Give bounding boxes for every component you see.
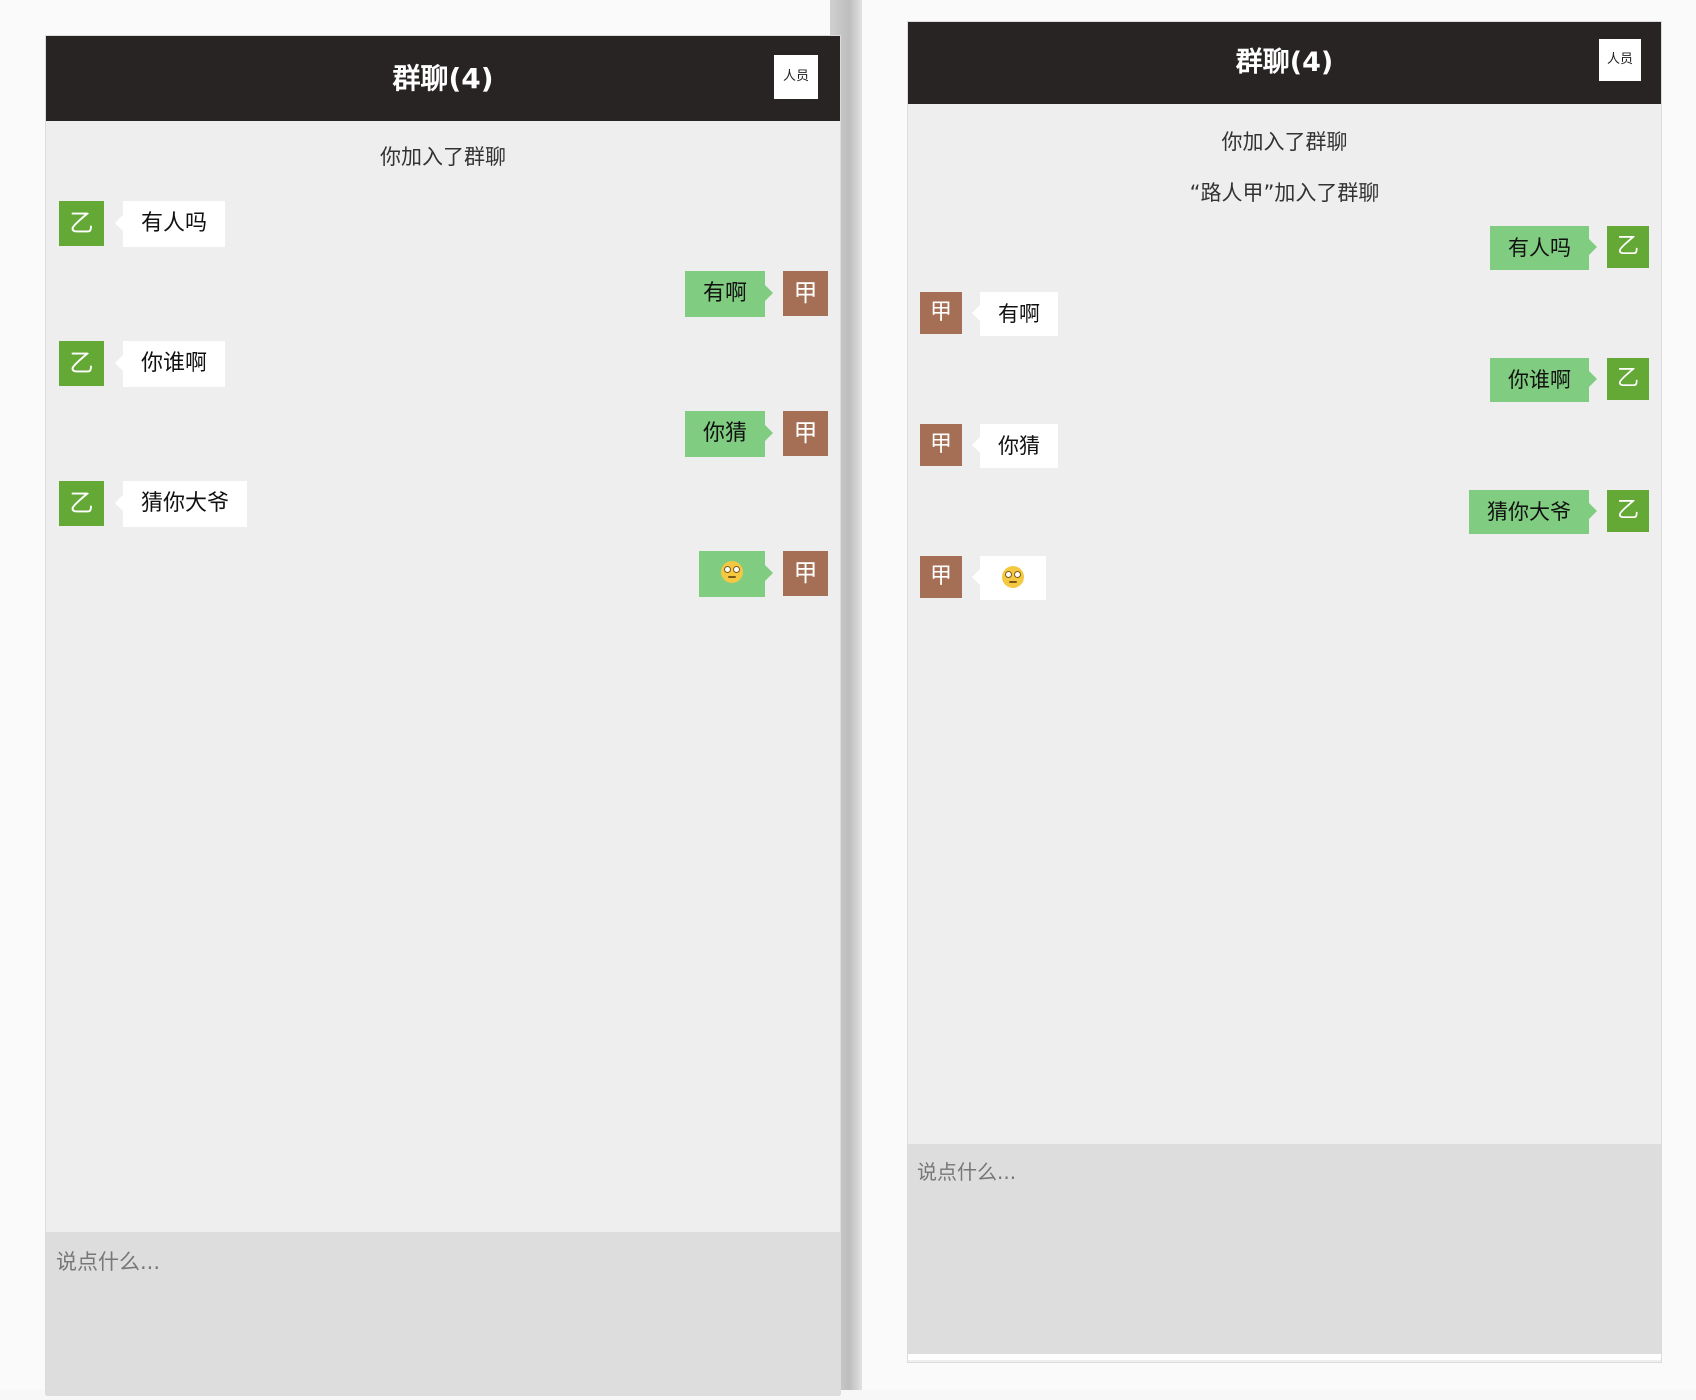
avatar[interactable]: 乙 [1607,226,1649,268]
chat-title: 群聊(4) [392,62,494,95]
avatar[interactable]: 甲 [783,411,828,456]
avatar[interactable]: 乙 [59,481,104,526]
message-bubble: 你谁啊 [1490,358,1597,402]
message-row: 乙 猜你大爷 [46,481,840,527]
system-message: 你加入了群聊 [380,145,506,169]
message-bubble: 猜你大爷 [114,481,248,527]
avatar[interactable]: 甲 [783,271,828,316]
desktop: 群聊(4) 人员 你加入了群聊 乙 有人吗 有啊 甲 乙 你谁啊 你猜 甲 乙 … [0,0,1696,1396]
message-row: 乙 有人吗 [46,201,840,247]
message-bubble: 你猜 [684,411,774,457]
message-input[interactable] [46,1232,840,1396]
message-bubble: 你猜 [972,424,1058,468]
system-message: 你加入了群聊 [1221,130,1348,154]
message-bubble [699,551,773,597]
message-bubble: 有人吗 [114,201,226,247]
avatar[interactable]: 乙 [59,201,104,246]
message-bubble: 你谁啊 [114,341,226,387]
chat-window-left: 群聊(4) 人员 你加入了群聊 乙 有人吗 有啊 甲 乙 你谁啊 你猜 甲 乙 … [45,35,841,1396]
message-bubble: 有啊 [684,271,774,317]
members-button[interactable]: 人员 [774,55,818,99]
system-message: “路人甲”加入了群聊 [1189,181,1380,205]
avatar[interactable]: 甲 [783,551,828,596]
message-row: 有人吗 乙 [908,226,1661,272]
members-button[interactable]: 人员 [1599,39,1641,81]
message-row: 猜你大爷 乙 [908,490,1661,536]
message-input-area [46,1232,840,1396]
message-row: 甲 [46,551,840,597]
avatar[interactable]: 甲 [920,556,962,598]
avatar[interactable]: 乙 [59,341,104,386]
message-input[interactable] [908,1144,1661,1354]
message-row: 有啊 甲 [46,271,840,317]
message-row: 乙 你谁啊 [46,341,840,387]
avatar[interactable]: 甲 [920,292,962,334]
chat-header: 群聊(4) 人员 [46,36,840,121]
chat-window-right: 群聊(4) 人员 你加入了群聊 “路人甲”加入了群聊 有人吗 乙 甲 有啊 你谁… [907,21,1662,1363]
avatar[interactable]: 乙 [1607,358,1649,400]
avatar[interactable]: 甲 [920,424,962,466]
message-row: 你猜 甲 [46,411,840,457]
chat-header: 群聊(4) 人员 [908,22,1661,104]
message-bubble [972,556,1046,600]
message-bubble: 有啊 [972,292,1058,336]
chat-title: 群聊(4) [1235,47,1334,78]
message-row: 甲 [908,556,1661,602]
face-with-rolling-eyes-icon [721,561,743,583]
message-row: 你谁啊 乙 [908,358,1661,404]
message-row: 甲 你猜 [908,424,1661,470]
message-bubble: 有人吗 [1490,226,1597,270]
avatar[interactable]: 乙 [1607,490,1649,532]
message-input-area [908,1144,1661,1360]
message-bubble: 猜你大爷 [1469,490,1597,534]
face-with-rolling-eyes-icon [1002,566,1024,588]
message-row: 甲 有啊 [908,292,1661,338]
